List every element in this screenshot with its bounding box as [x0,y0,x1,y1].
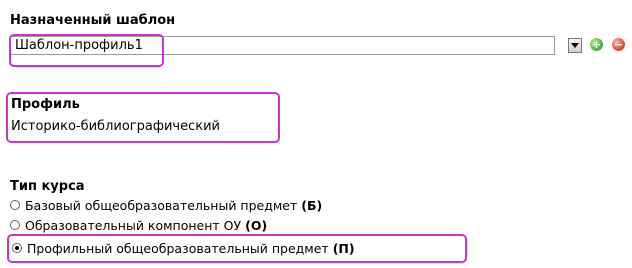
course-type-option[interactable]: Профильный общеобразовательный предмет (… [12,240,355,256]
option-label: Базовый общеобразовательный предмет [25,197,298,213]
profile-title: Профиль [11,97,80,112]
plus-circle-icon: + [591,38,602,51]
radio-button[interactable] [10,200,20,210]
chevron-down-icon [571,42,579,48]
course-type-title: Тип курса [10,179,85,194]
radio-button[interactable] [10,220,20,230]
assigned-template-title: Назначенный шаблон [10,13,176,28]
add-template-button[interactable]: + [590,38,603,51]
course-type-option[interactable]: Базовый общеобразовательный предмет (Б) [10,197,322,213]
template-dropdown-button[interactable] [568,38,582,53]
template-highlight-frame [9,34,164,67]
radio-button-selected[interactable] [12,243,22,253]
option-label: Образовательный компонент ОУ [25,217,242,233]
remove-template-button[interactable]: − [612,38,625,51]
option-code: (Б) [301,197,323,213]
course-type-option[interactable]: Образовательный компонент ОУ (О) [10,217,267,233]
option-code: (О) [245,217,268,233]
profile-value: Историко-библиографический [11,119,220,134]
option-code: (П) [332,240,355,256]
minus-circle-icon: − [613,38,624,51]
option-label: Профильный общеобразовательный предмет [27,240,329,256]
